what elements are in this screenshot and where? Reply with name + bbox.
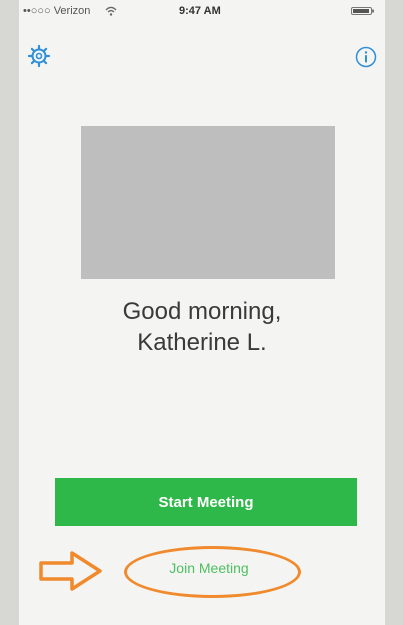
info-icon[interactable] [355, 46, 377, 68]
gear-icon[interactable] [27, 44, 51, 68]
greeting: Good morning, Katherine L. [19, 296, 385, 358]
greeting-line: Good morning, [122, 298, 282, 325]
arrow-right-icon [39, 551, 102, 591]
status-bar: ••○○○ Verizon 9:47 AM [19, 0, 385, 22]
avatar [81, 126, 335, 279]
user-name: Katherine L. [137, 329, 267, 356]
app-screen: ••○○○ Verizon 9:47 AM Good morning, Kath… [19, 0, 385, 625]
join-meeting-button[interactable]: Join Meeting [119, 548, 299, 588]
start-meeting-button[interactable]: Start Meeting [55, 478, 357, 526]
clock: 9:47 AM [179, 5, 221, 17]
battery-icon [351, 7, 374, 15]
wifi-icon [105, 6, 117, 16]
carrier-label: ••○○○ Verizon [23, 5, 91, 17]
